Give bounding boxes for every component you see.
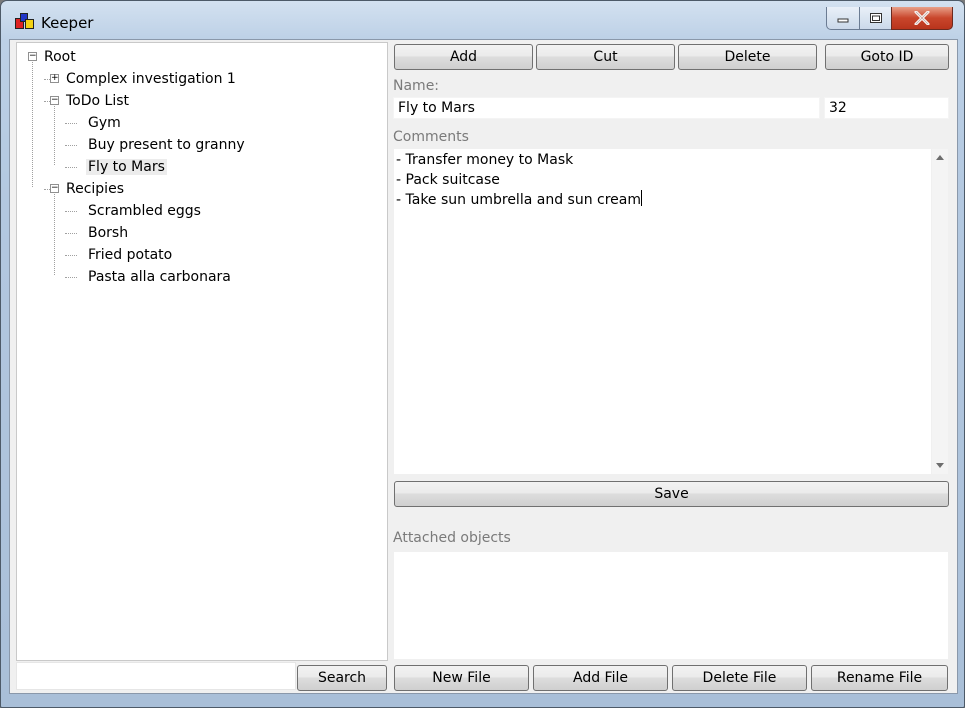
id-input[interactable]: 32 — [824, 97, 949, 119]
tree-item-label: Scrambled eggs — [88, 203, 201, 219]
tree-item-label: Recipies — [66, 181, 124, 197]
tree-line — [65, 167, 77, 168]
delete-file-button[interactable]: Delete File — [672, 665, 807, 691]
tree-item[interactable]: Recipies — [64, 178, 126, 200]
comments-textarea[interactable]: - Transfer money to Mask - Pack suitcase -… — [393, 148, 949, 475]
name-label: Name: — [393, 78, 440, 94]
tree-line — [54, 191, 55, 275]
tree-item[interactable]: Gym — [86, 112, 123, 134]
tree-item[interactable]: Pasta alla carbonara — [86, 266, 233, 288]
search-button[interactable]: Search — [297, 665, 387, 691]
collapse-icon[interactable]: − — [50, 96, 59, 105]
comment-line-text: - Pack suitcase — [396, 172, 500, 188]
scroll-down-icon[interactable] — [936, 463, 944, 468]
title-bar[interactable]: Keeper — [1, 1, 964, 39]
comment-line-text: - Transfer money to Mask — [396, 152, 574, 168]
comments-scrollbar[interactable] — [931, 149, 948, 474]
tree-line — [65, 255, 77, 256]
tree-item-label: Buy present to granny — [88, 137, 245, 153]
tree-item-label: Fried potato — [88, 247, 173, 263]
text-caret — [641, 190, 642, 206]
tree-line — [65, 277, 77, 278]
goto-id-button[interactable]: Goto ID — [825, 44, 949, 70]
tree-item[interactable]: Complex investigation 1 — [64, 68, 238, 90]
maximize-button[interactable] — [859, 7, 892, 30]
rename-file-button[interactable]: Rename File — [811, 665, 948, 691]
tree-item-label: Complex investigation 1 — [66, 71, 236, 87]
comment-line-text: - Take sun umbrella and sun cream — [396, 192, 641, 208]
scroll-up-icon[interactable] — [936, 155, 944, 160]
tree-item-label: Borsh — [88, 225, 129, 241]
tree-line — [32, 59, 33, 187]
comment-line: - Take sun umbrella and sun cream — [396, 190, 642, 210]
tree-item[interactable]: Fly to Mars — [86, 156, 167, 178]
app-window: Keeper − Root + Complex investigation 1− ToD… — [0, 0, 965, 708]
window-title: Keeper — [41, 14, 94, 32]
client-area: − Root + Complex investigation 1− ToDo List G… — [9, 39, 958, 694]
new-file-button[interactable]: New File — [394, 665, 529, 691]
close-button[interactable] — [891, 7, 953, 30]
tree-line — [65, 233, 77, 234]
expand-icon[interactable]: + — [50, 74, 59, 83]
tree-item[interactable]: Borsh — [86, 222, 130, 244]
tree-item-label: Root — [44, 49, 76, 65]
add-file-button[interactable]: Add File — [533, 665, 668, 691]
cut-button[interactable]: Cut — [536, 44, 675, 70]
tree-item-label: Gym — [88, 115, 121, 131]
tree-line — [44, 79, 50, 80]
collapse-icon[interactable]: − — [28, 52, 37, 61]
tree-item[interactable]: ToDo List — [64, 90, 131, 112]
tree-line — [65, 211, 77, 212]
tree-item[interactable]: Buy present to granny — [86, 134, 247, 156]
tree-line — [65, 123, 77, 124]
close-icon — [914, 11, 930, 25]
add-button[interactable]: Add — [394, 44, 533, 70]
tree-view[interactable]: − Root + Complex investigation 1− ToDo List G… — [16, 42, 388, 661]
search-input[interactable] — [16, 662, 296, 690]
tree-item[interactable]: Root — [42, 46, 78, 68]
tree-line — [44, 189, 50, 190]
tree-line — [54, 103, 55, 165]
delete-button[interactable]: Delete — [678, 44, 817, 70]
minimize-button[interactable] — [826, 7, 860, 30]
keeper-app-icon — [15, 13, 35, 31]
collapse-icon[interactable]: − — [50, 184, 59, 193]
comments-label: Comments — [393, 129, 469, 145]
tree-item-label: Pasta alla carbonara — [88, 269, 231, 285]
maximize-icon — [869, 13, 882, 23]
tree-line — [44, 101, 50, 102]
tree-item-label: Fly to Mars — [86, 159, 167, 175]
name-input[interactable]: Fly to Mars — [393, 97, 820, 119]
attached-objects-list[interactable] — [393, 551, 949, 660]
comment-line: - Pack suitcase — [396, 170, 642, 190]
tree-line — [65, 145, 77, 146]
attached-objects-label: Attached objects — [393, 530, 511, 546]
tree-item[interactable]: Scrambled eggs — [86, 200, 203, 222]
comment-line: - Transfer money to Mask — [396, 150, 642, 170]
save-button[interactable]: Save — [394, 481, 949, 507]
comments-text: - Transfer money to Mask - Pack suitcase -… — [396, 150, 642, 210]
minimize-icon — [837, 18, 849, 23]
tree-item-label: ToDo List — [66, 93, 130, 109]
tree-item[interactable]: Fried potato — [86, 244, 174, 266]
